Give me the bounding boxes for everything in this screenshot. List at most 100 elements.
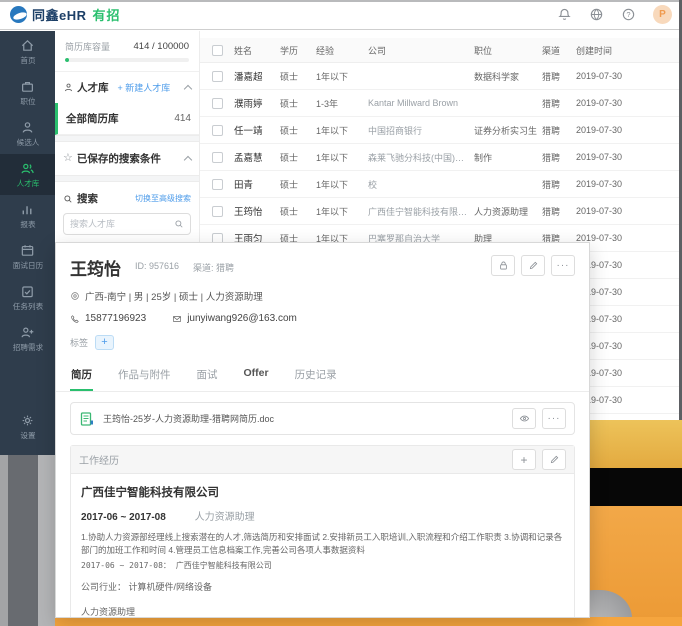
user-avatar[interactable]: P — [653, 5, 672, 24]
desktop-edge-strip — [0, 455, 8, 626]
cell-name[interactable]: 濮雨婷 — [234, 96, 280, 110]
cell-chan: 猎聘 — [542, 205, 576, 218]
sidebar-item-jobs[interactable]: 职位 — [0, 72, 55, 113]
gear-icon — [20, 413, 35, 428]
row-checkbox[interactable] — [212, 71, 223, 82]
sidebar-item-reports[interactable]: 报表 — [0, 195, 55, 236]
table-row[interactable]: 孟嘉慧硕士1年以下森莱飞驰分科技(中国)有限公司制作猎聘2019-07-30 — [200, 144, 680, 171]
phone-icon — [70, 314, 80, 324]
more-button[interactable]: ··· — [551, 255, 575, 276]
resume-attachment-card[interactable]: 王筠怡-25岁-人力资源助理-猎聘网简历.doc ··· — [70, 402, 575, 435]
candidate-email: junyiwang926@163.com — [172, 313, 297, 324]
capacity-value: 414 / 100000 — [134, 41, 189, 52]
tab-history[interactable]: 历史记录 — [294, 361, 338, 391]
select-all-checkbox[interactable] — [212, 45, 223, 56]
sidebar-item-task-list[interactable]: 任务列表 — [0, 277, 55, 318]
bar-chart-icon — [20, 202, 35, 217]
experience-company: 广西佳宁智能科技有限公司 — [81, 484, 564, 500]
table-row[interactable]: 任一靖硕士1年以下中国招商银行证券分析实习生猎聘2019-07-30 — [200, 117, 680, 144]
advanced-search-link[interactable]: 切换至高级搜索 — [135, 193, 191, 204]
tab-attachments[interactable]: 作品与附件 — [117, 361, 172, 391]
cell-company: 森莱飞驰分科技(中国)有限公司 — [368, 151, 474, 164]
tab-interview[interactable]: 面试 — [196, 361, 219, 391]
sidebar-item-home[interactable]: 首页 — [0, 31, 55, 72]
section-title: 工作经历 — [79, 452, 119, 467]
col-degree: 学历 — [280, 44, 316, 57]
desktop-wallpaper-orange — [590, 506, 682, 626]
sidebar-item-label: 职位 — [20, 96, 35, 106]
all-resume-lib-item[interactable]: 全部简历库 414 — [55, 103, 199, 135]
edit-experience-button[interactable] — [542, 449, 566, 470]
cell-name[interactable]: 王筠怡 — [234, 204, 280, 218]
briefcase-icon — [20, 79, 35, 94]
cell-chan: 猎聘 — [542, 124, 576, 137]
help-icon[interactable] — [621, 7, 636, 22]
lock-icon — [498, 260, 509, 271]
sidebar-item-interview-calendar[interactable]: 面试日历 — [0, 236, 55, 277]
notifications-bell-icon[interactable] — [557, 7, 572, 22]
desktop-edge-strip — [8, 455, 38, 626]
candidate-name: 王筠怡 — [70, 255, 121, 280]
cell-exp: 1-3年 — [316, 97, 368, 110]
row-checkbox[interactable] — [212, 125, 223, 136]
row-checkbox[interactable] — [212, 152, 223, 163]
row-checkbox[interactable] — [212, 206, 223, 217]
chevron-up-icon[interactable] — [184, 85, 192, 93]
document-icon — [79, 411, 95, 427]
row-checkbox[interactable] — [212, 98, 223, 109]
saved-search-section[interactable]: ☆ 已保存的搜索条件 — [55, 142, 199, 175]
new-talent-lib-link[interactable]: + 新建人才库 — [118, 81, 171, 94]
cell-name[interactable]: 潘嘉超 — [234, 69, 280, 83]
sidebar-item-hiring-requests[interactable]: 招聘需求 — [0, 318, 55, 359]
cell-exp: 1年以下 — [316, 205, 368, 218]
sidebar-item-settings[interactable]: 设置 — [0, 406, 55, 447]
col-created: 创建时间 — [576, 44, 680, 57]
app-logo-icon — [10, 6, 27, 23]
table-header-row: 姓名 学历 经验 公司 职位 渠道 创建时间 — [200, 38, 680, 63]
app-header: 同鑫eHR 有招 P — [0, 0, 682, 30]
window-top-edge — [0, 0, 682, 2]
desktop-wallpaper-black-band — [590, 468, 682, 506]
tab-resume[interactable]: 简历 — [70, 361, 93, 391]
experience-title: 人力资源助理 — [195, 512, 255, 523]
table-row[interactable]: 田青硕士1年以下校猎聘2019-07-30 — [200, 171, 680, 198]
add-tag-button[interactable]: + — [95, 335, 114, 350]
attachment-filename: 王筠怡-25岁-人力资源助理-猎聘网简历.doc — [103, 412, 274, 425]
preview-button[interactable] — [512, 408, 536, 429]
clipboard-check-icon — [20, 284, 35, 299]
col-company: 公司 — [368, 44, 474, 57]
experience-title-line: 人力资源助理 — [81, 605, 564, 618]
calendar-icon — [20, 243, 35, 258]
cell-exp: 1年以下 — [316, 178, 368, 191]
cell-name[interactable]: 孟嘉慧 — [234, 150, 280, 164]
cell-company: 中国招商银行 — [368, 124, 474, 137]
cell-pos: 制作 — [474, 151, 542, 164]
pencil-icon — [549, 454, 560, 465]
attachment-more-button[interactable]: ··· — [542, 408, 566, 429]
col-experience: 经验 — [316, 44, 368, 57]
candidate-detail-modal: 王筠怡 ID: 957616 渠道: 猎聘 ··· 广西-南宁 | 男 | 25… — [55, 242, 590, 618]
candidate-channel: 渠道: 猎聘 — [193, 261, 234, 274]
sidebar-item-candidates[interactable]: 候选人 — [0, 113, 55, 154]
chevron-up-icon[interactable] — [184, 156, 192, 164]
table-row[interactable]: 濮雨婷硕士1-3年Kantar Millward Brown猎聘2019-07-… — [200, 90, 680, 117]
cell-name[interactable]: 任一靖 — [234, 123, 280, 137]
edit-button[interactable] — [521, 255, 545, 276]
candidate-info-line: 广西-南宁 | 男 | 25岁 | 硕士 | 人力资源助理 — [85, 289, 263, 303]
cell-deg: 硕士 — [280, 151, 316, 164]
tab-offer[interactable]: Offer — [243, 361, 270, 391]
cell-deg: 硕士 — [280, 205, 316, 218]
sidebar-item-label: 人才库 — [16, 178, 39, 188]
cell-name[interactable]: 田青 — [234, 177, 280, 191]
search-input[interactable] — [70, 219, 174, 229]
sidebar-item-talent-pool[interactable]: 人才库 — [0, 154, 55, 195]
sidebar-item-label: 报表 — [20, 219, 35, 229]
row-checkbox[interactable] — [212, 179, 223, 190]
table-row[interactable]: 王筠怡硕士1年以下广西佳宁智能科技有限公司人力资源助理猎聘2019-07-30 — [200, 198, 680, 225]
language-globe-icon[interactable] — [589, 7, 604, 22]
lock-button[interactable] — [491, 255, 515, 276]
candidate-phone: 15877196923 — [70, 313, 146, 324]
table-row[interactable]: 潘嘉超硕士1年以下数据科学家猎聘2019-07-30 — [200, 63, 680, 90]
search-icon[interactable] — [174, 219, 184, 229]
add-experience-button[interactable]: + — [512, 449, 536, 470]
